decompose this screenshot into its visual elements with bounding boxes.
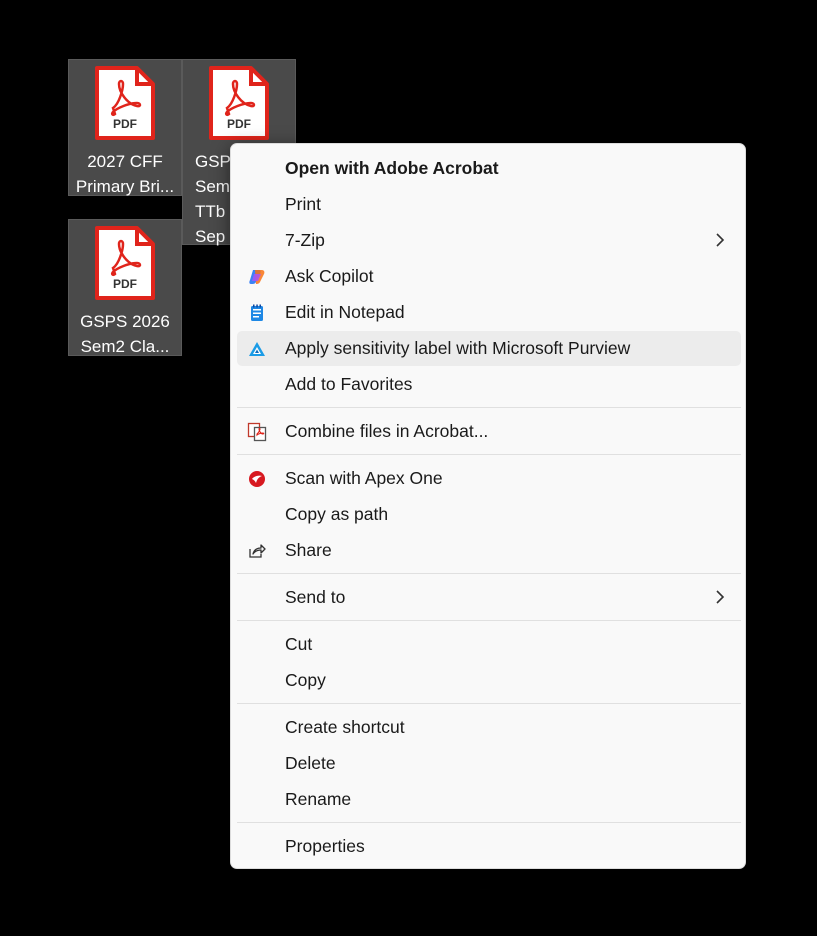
menu-item-cut[interactable]: Cut: [237, 627, 741, 662]
menu-divider: [237, 703, 741, 704]
menu-item-rename[interactable]: Rename: [237, 782, 741, 817]
menu-item-label: Add to Favorites: [285, 374, 413, 394]
menu-divider: [237, 573, 741, 574]
menu-item-open-with-acrobat[interactable]: Open with Adobe Acrobat: [237, 151, 741, 186]
menu-item-copy-as-path[interactable]: Copy as path: [237, 497, 741, 532]
menu-item-label: Cut: [285, 634, 313, 654]
menu-item-label: Apply sensitivity label with Microsoft P…: [285, 338, 631, 358]
context-menu: Open with Adobe Acrobat Print 7-Zip Ask …: [230, 143, 746, 869]
menu-item-send-to[interactable]: Send to: [237, 580, 741, 615]
menu-item-scan-apex[interactable]: Scan with Apex One: [237, 461, 741, 496]
menu-item-label: Create shortcut: [285, 717, 405, 737]
desktop-file-icon[interactable]: PDF GSPS 2026 Sem2 Cla...: [68, 219, 182, 356]
menu-item-label: Share: [285, 540, 332, 560]
svg-text:PDF: PDF: [227, 117, 251, 131]
menu-item-label: 7-Zip: [285, 230, 325, 250]
chevron-right-icon: [716, 233, 725, 247]
pdf-file-icon: PDF: [209, 66, 269, 140]
desktop-file-icon[interactable]: PDF 2027 CFF Primary Bri...: [68, 59, 182, 196]
apex-one-icon: [247, 469, 267, 489]
menu-item-share[interactable]: Share: [237, 533, 741, 568]
menu-item-combine-files[interactable]: Combine files in Acrobat...: [237, 414, 741, 449]
menu-item-edit-notepad[interactable]: Edit in Notepad: [237, 295, 741, 330]
menu-item-label: Ask Copilot: [285, 266, 374, 286]
menu-item-add-favorites[interactable]: Add to Favorites: [237, 367, 741, 402]
menu-item-label: Combine files in Acrobat...: [285, 421, 489, 441]
menu-item-print[interactable]: Print: [237, 187, 741, 222]
menu-item-label: Scan with Apex One: [285, 468, 443, 488]
menu-item-delete[interactable]: Delete: [237, 746, 741, 781]
acrobat-combine-icon: [247, 422, 267, 442]
menu-item-apply-sensitivity-label[interactable]: Apply sensitivity label with Microsoft P…: [237, 331, 741, 366]
copilot-icon: [247, 267, 267, 287]
pdf-file-icon: PDF: [95, 226, 155, 300]
svg-text:PDF: PDF: [113, 117, 137, 131]
menu-divider: [237, 407, 741, 408]
menu-item-label: Rename: [285, 789, 352, 809]
purview-icon: [247, 339, 267, 359]
menu-divider: [237, 822, 741, 823]
share-icon: [247, 541, 267, 561]
file-name: GSPS 2026 Sem2 Cla...: [80, 312, 170, 356]
menu-item-label: Print: [285, 194, 321, 214]
menu-item-label: Copy as path: [285, 504, 389, 524]
menu-item-label: Open with Adobe Acrobat: [285, 158, 499, 178]
menu-item-ask-copilot[interactable]: Ask Copilot: [237, 259, 741, 294]
menu-item-properties[interactable]: Properties: [237, 829, 741, 864]
menu-item-copy[interactable]: Copy: [237, 663, 741, 698]
menu-item-label: Delete: [285, 753, 336, 773]
menu-item-create-shortcut[interactable]: Create shortcut: [237, 710, 741, 745]
svg-text:PDF: PDF: [113, 277, 137, 291]
menu-item-label: Properties: [285, 836, 365, 856]
pdf-file-icon: PDF: [95, 66, 155, 140]
chevron-right-icon: [716, 590, 725, 604]
menu-divider: [237, 620, 741, 621]
menu-item-7zip[interactable]: 7-Zip: [237, 223, 741, 258]
menu-divider: [237, 454, 741, 455]
menu-item-label: Edit in Notepad: [285, 302, 405, 322]
file-name: 2027 CFF Primary Bri...: [75, 152, 175, 196]
menu-item-label: Send to: [285, 587, 346, 607]
notepad-icon: [247, 303, 267, 323]
menu-item-label: Copy: [285, 670, 326, 690]
